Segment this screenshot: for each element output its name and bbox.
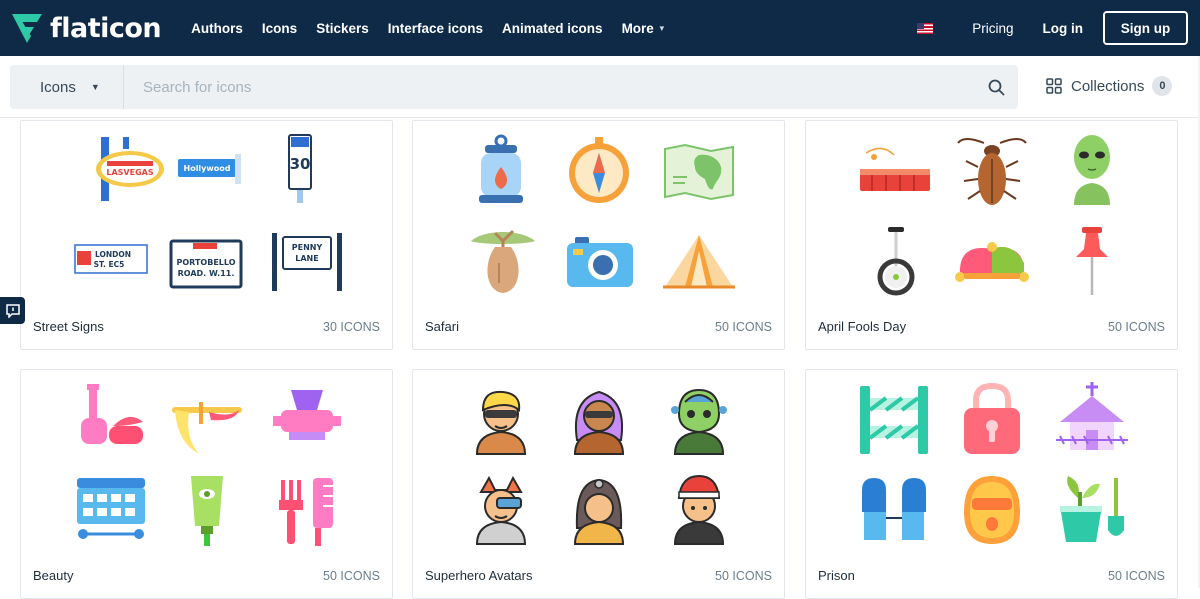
cyborg-hero-icon	[475, 475, 527, 545]
baobab-tree-icon	[471, 229, 535, 293]
nav-link-authors[interactable]: Authors	[191, 21, 243, 36]
top-navbar: flaticon Authors Icons Stickers Interfac…	[0, 0, 1200, 56]
logo-text: flaticon	[50, 12, 162, 44]
nav-link-stickers[interactable]: Stickers	[316, 21, 369, 36]
nav-link-icons[interactable]: Icons	[262, 21, 297, 36]
cockroach-icon	[957, 138, 1027, 205]
search-row: Icons ▼ Collections 0	[0, 56, 1200, 118]
masked-hero-blonde-icon	[475, 390, 527, 455]
nav-link-more[interactable]: More ▼	[622, 21, 666, 36]
pack-icon-count: 30 ICONS	[323, 320, 380, 334]
svg-text:30: 30	[290, 155, 311, 173]
hollywood-street-sign-icon: Hollywood	[178, 154, 241, 184]
nav-link-interface-icons[interactable]: Interface icons	[388, 21, 483, 36]
dropdown-caret-icon: ▼	[90, 82, 100, 92]
pack-card-prison[interactable]: Prison 50 ICONS	[805, 369, 1178, 599]
pack-card-street-signs[interactable]: LASVEGAS Hollywood 30 LONDON ST. EC5 POR…	[20, 120, 393, 350]
masked-hero-purple-hair-icon	[573, 390, 625, 455]
penny-lane-sign-icon: PENNY LANE	[272, 233, 342, 291]
svg-text:PORTOBELLO: PORTOBELLO	[177, 258, 236, 267]
london-street-sign-icon: LONDON ST. EC5	[74, 244, 148, 274]
barrier-icon	[860, 386, 928, 454]
search-box: Icons ▼	[10, 65, 1018, 109]
svg-text:LONDON: LONDON	[95, 250, 131, 259]
balaclava-mask-icon	[964, 476, 1020, 544]
helmet-hero-icon	[573, 478, 625, 545]
chevron-down-icon: ▼	[657, 24, 666, 34]
chat-icon	[5, 303, 20, 318]
nav-links: Authors Icons Stickers Interface icons A…	[191, 21, 685, 36]
prison-tower-icon	[1056, 382, 1128, 450]
signup-button[interactable]: Sign up	[1103, 11, 1188, 45]
pack-icon-count: 50 ICONS	[715, 569, 772, 583]
svg-text:ROAD. W.11.: ROAD. W.11.	[178, 269, 235, 278]
pack-icon-count: 50 ICONS	[1108, 320, 1165, 334]
feedback-button[interactable]	[0, 297, 25, 324]
alien-hero-icon	[671, 388, 727, 455]
pack-card-safari[interactable]: Safari 50 ICONS	[412, 120, 785, 350]
boxing-gloves-icon	[862, 478, 926, 540]
pack-title[interactable]: Street Signs	[33, 319, 104, 334]
eyelash-curler-icon	[172, 402, 242, 454]
pack-card-beauty[interactable]: Beauty 50 ICONS	[20, 369, 393, 599]
cosmetic-icon	[273, 390, 341, 440]
unicycle-icon	[877, 227, 915, 296]
search-icon[interactable]	[974, 65, 1018, 109]
pack-title[interactable]: April Fools Day	[818, 319, 906, 334]
login-link[interactable]: Log in	[1043, 21, 1084, 36]
pack-title[interactable]: Beauty	[33, 568, 73, 583]
search-type-label: Icons	[40, 78, 76, 96]
alien-icon	[1074, 135, 1110, 205]
pack-title[interactable]: Safari	[425, 319, 459, 334]
svg-text:PENNY: PENNY	[292, 243, 323, 252]
collections-count-badge: 0	[1152, 76, 1173, 96]
search-input[interactable]	[124, 65, 974, 109]
perfume-bottles-icon	[81, 384, 143, 444]
nav-right: Pricing Log in Sign up	[917, 0, 1188, 56]
flaticon-logo-icon	[12, 14, 42, 43]
jester-hat-icon	[955, 242, 1029, 282]
padlock-icon	[964, 382, 1020, 454]
pack-card-april-fools-day[interactable]: April Fools Day 50 ICONS	[805, 120, 1178, 350]
nav-link-animated-icons[interactable]: Animated icons	[502, 21, 603, 36]
cap-hero-icon	[673, 474, 725, 545]
svg-text:ST. EC5: ST. EC5	[94, 260, 125, 269]
collections-grid-icon	[1046, 78, 1062, 94]
svg-text:LANE: LANE	[295, 254, 318, 263]
collections-button[interactable]: Collections 0	[1046, 76, 1173, 96]
search-type-dropdown[interactable]: Icons ▼	[10, 65, 124, 109]
makeup-palette-icon	[77, 478, 145, 539]
flaticon-logo[interactable]: flaticon	[10, 0, 162, 56]
plant-and-shovel-icon	[1060, 476, 1124, 542]
africa-map-icon	[664, 143, 734, 201]
comb-icon	[279, 478, 333, 546]
us-flag-icon[interactable]	[917, 22, 934, 34]
pack-title[interactable]: Superhero Avatars	[425, 568, 532, 583]
portobello-road-sign-icon: PORTOBELLO ROAD. W.11.	[169, 239, 243, 289]
pricing-link[interactable]: Pricing	[972, 21, 1013, 36]
pack-icon-count: 50 ICONS	[1108, 569, 1165, 583]
camera-icon	[567, 237, 633, 287]
pack-icon-count: 50 ICONS	[715, 320, 772, 334]
lantern-icon	[479, 134, 523, 203]
tent-icon	[663, 235, 735, 289]
svg-text:Hollywood: Hollywood	[184, 164, 231, 173]
collections-label: Collections	[1071, 77, 1145, 95]
icon-packs-grid: LASVEGAS Hollywood 30 LONDON ST. EC5 POR…	[0, 118, 1200, 599]
las-vegas-sign-icon: LASVEGAS	[96, 137, 164, 201]
push-pin-icon	[1076, 227, 1108, 295]
compass-icon	[569, 137, 629, 203]
whoopee-cushion-icon	[860, 147, 930, 191]
nav-more-label: More	[621, 20, 654, 36]
pack-icon-count: 50 ICONS	[323, 569, 380, 583]
pack-title[interactable]: Prison	[818, 568, 855, 583]
svg-text:LASVEGAS: LASVEGAS	[106, 168, 153, 177]
pack-card-superhero-avatars[interactable]: Superhero Avatars 50 ICONS	[412, 369, 785, 599]
speed-limit-30-sign-icon: 30	[288, 134, 312, 203]
cream-tube-icon	[191, 476, 223, 546]
